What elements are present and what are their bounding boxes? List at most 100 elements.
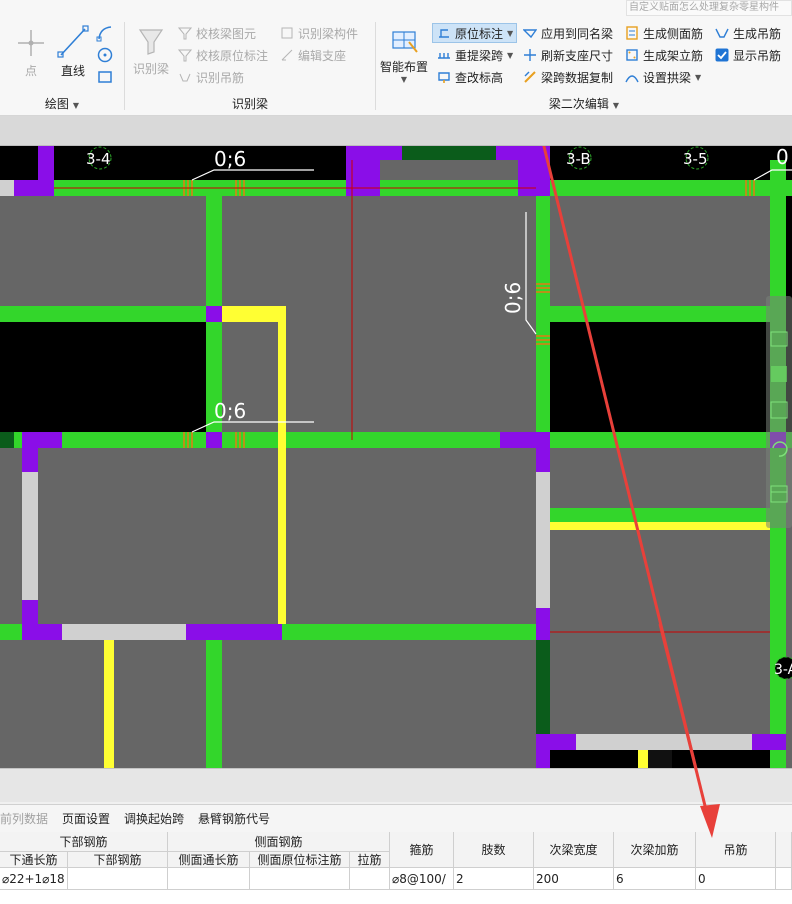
- white-beam[interactable]: [550, 734, 770, 750]
- beam[interactable]: [0, 432, 792, 448]
- dimension-label: 0;6: [214, 399, 246, 423]
- drawing-canvas[interactable]: 3-4 3-B 3-5 3-A 0;6 0;6 0;6 0: [0, 146, 792, 768]
- circle-icon[interactable]: [96, 46, 114, 64]
- header-bottom-through: 下通长筋: [0, 852, 68, 868]
- yellow-beam[interactable]: [638, 750, 648, 768]
- cell-tie[interactable]: [350, 868, 390, 890]
- gen-side-bar-icon: [624, 25, 640, 41]
- line-icon: [57, 25, 89, 58]
- gen-side-bar-button[interactable]: 生成侧面筋: [624, 23, 703, 43]
- line-button[interactable]: 直线: [56, 24, 90, 79]
- cell-extra[interactable]: [776, 868, 792, 890]
- slab: [0, 448, 22, 624]
- apply-same-name-button[interactable]: 应用到同名梁: [522, 23, 613, 43]
- beam[interactable]: [402, 146, 496, 160]
- edit-support-icon: [279, 47, 295, 63]
- recognize-beam-button[interactable]: 识别梁: [133, 26, 169, 77]
- apply-same-name-icon: [522, 25, 538, 41]
- draw-group-title[interactable]: 绘图 ▼: [0, 95, 124, 112]
- header-secondary-width: 次梁宽度: [534, 832, 614, 868]
- cell-secondary-extra[interactable]: 6: [614, 868, 696, 890]
- white-beam[interactable]: [22, 448, 38, 624]
- in-situ-annotation-button[interactable]: 原位标注 ▼: [432, 23, 518, 43]
- yellow-beam[interactable]: [222, 306, 286, 322]
- header-hanger: 吊筋: [696, 832, 776, 868]
- show-hanger-toggle[interactable]: 显示吊筋: [714, 45, 781, 65]
- column[interactable]: [186, 624, 282, 640]
- white-beam[interactable]: [536, 472, 550, 608]
- slab: [550, 448, 770, 508]
- column[interactable]: [648, 750, 672, 768]
- header-stirrup: 箍筋: [390, 832, 454, 868]
- gen-hanger-button[interactable]: 生成吊筋: [714, 23, 781, 43]
- view-tools-panel[interactable]: [766, 296, 792, 528]
- column[interactable]: [206, 432, 222, 448]
- point-button[interactable]: 点: [14, 26, 48, 79]
- cell-legs[interactable]: 2: [454, 868, 534, 890]
- beam[interactable]: [0, 432, 14, 448]
- recognize-component-button[interactable]: 识别梁构件: [279, 23, 358, 43]
- cell-side-through[interactable]: [168, 868, 250, 890]
- beam[interactable]: [0, 306, 206, 322]
- refresh-support-icon: [522, 47, 538, 63]
- cell-hanger[interactable]: 0: [696, 868, 776, 890]
- chevron-down-icon: ▼: [507, 28, 514, 38]
- floor-plan[interactable]: 3-4 3-B 3-5 3-A 0;6 0;6 0;6 0: [0, 146, 792, 768]
- gen-hanger-icon: [714, 25, 730, 41]
- beam-property-table: 下部钢筋 侧面钢筋 下通长筋 下部钢筋 侧面通长筋 侧面原位标注筋 拉筋 箍筋 …: [0, 832, 792, 904]
- yellow-beam[interactable]: [550, 522, 770, 530]
- chevron-down-icon: ▼: [695, 72, 702, 82]
- column[interactable]: [536, 608, 550, 640]
- search-hint[interactable]: 自定义贴面怎么处理复杂零星构件: [626, 0, 792, 16]
- point-label: 点: [24, 64, 37, 78]
- bottom-tab-bar: 前列数据 页面设置 调换起始跨 悬臂钢筋代号: [0, 804, 792, 832]
- smart-layout-label: 智能布置: [380, 60, 429, 74]
- slab: [222, 196, 536, 306]
- cell-secondary-width[interactable]: 200: [534, 868, 614, 890]
- view-tools-icons: [770, 331, 788, 503]
- column[interactable]: [536, 734, 576, 768]
- check-annotation-button[interactable]: 校核原位标注: [177, 45, 268, 65]
- canvas-status-strip: [0, 768, 792, 802]
- cell-stirrup[interactable]: ⌀8@100/: [390, 868, 454, 890]
- gen-stirrup-button[interactable]: 生成架立筋: [624, 45, 703, 65]
- white-beam[interactable]: [0, 180, 14, 196]
- app-window: 自定义贴面怎么处理复杂零星构件 点 直线 绘图 ▼ 识别梁 校核梁图元 校核原位…: [0, 0, 792, 904]
- slab: [286, 306, 536, 432]
- slab: [550, 196, 770, 306]
- yellow-beam[interactable]: [278, 306, 286, 624]
- copy-span-data-button[interactable]: 梁跨数据复制: [522, 67, 613, 87]
- refresh-support-button[interactable]: 刷新支座尺寸: [522, 45, 613, 65]
- edit-group-title[interactable]: 梁二次编辑 ▼: [376, 95, 792, 112]
- tab-previous-data[interactable]: 前列数据: [0, 810, 55, 827]
- column[interactable]: [752, 734, 786, 750]
- relift-span-button[interactable]: 重提梁跨 ▼: [436, 45, 513, 65]
- rectangle-icon[interactable]: [96, 68, 114, 86]
- cell-bottom-through[interactable]: ⌀22+1⌀18: [0, 868, 68, 890]
- tab-cantilever-code[interactable]: 悬臂钢筋代号: [191, 810, 277, 827]
- column[interactable]: [206, 306, 222, 322]
- smart-layout-button[interactable]: 智能布置 ▼: [380, 24, 428, 84]
- beam[interactable]: [542, 508, 770, 522]
- slab: [0, 640, 536, 768]
- header-side-in-situ: 侧面原位标注筋: [250, 852, 350, 868]
- recognize-hanger-button[interactable]: 识别吊筋: [177, 67, 244, 87]
- edit-support-button[interactable]: 编辑支座: [279, 45, 346, 65]
- relift-span-icon: [436, 47, 452, 63]
- slab: [286, 448, 536, 624]
- cell-side-in-situ[interactable]: [250, 868, 350, 890]
- arc-icon[interactable]: [96, 24, 114, 42]
- change-elevation-button[interactable]: 查改标高: [436, 67, 503, 87]
- tab-swap-start-span[interactable]: 调换起始跨: [117, 810, 191, 827]
- tab-page-settings[interactable]: 页面设置: [55, 810, 117, 827]
- column[interactable]: [14, 146, 54, 196]
- beam[interactable]: [206, 640, 222, 768]
- cell-bottom-bar[interactable]: [68, 868, 168, 890]
- axis-label-3-b: 3-B: [566, 150, 591, 168]
- check-beam-button[interactable]: 校核梁图元: [177, 23, 256, 43]
- slab: [0, 196, 206, 306]
- check-annotation-icon: [177, 47, 193, 63]
- set-arch-button[interactable]: 设置拱梁 ▼: [624, 67, 701, 87]
- yellow-beam[interactable]: [104, 640, 114, 768]
- dimension-label: 0;6: [501, 282, 525, 314]
